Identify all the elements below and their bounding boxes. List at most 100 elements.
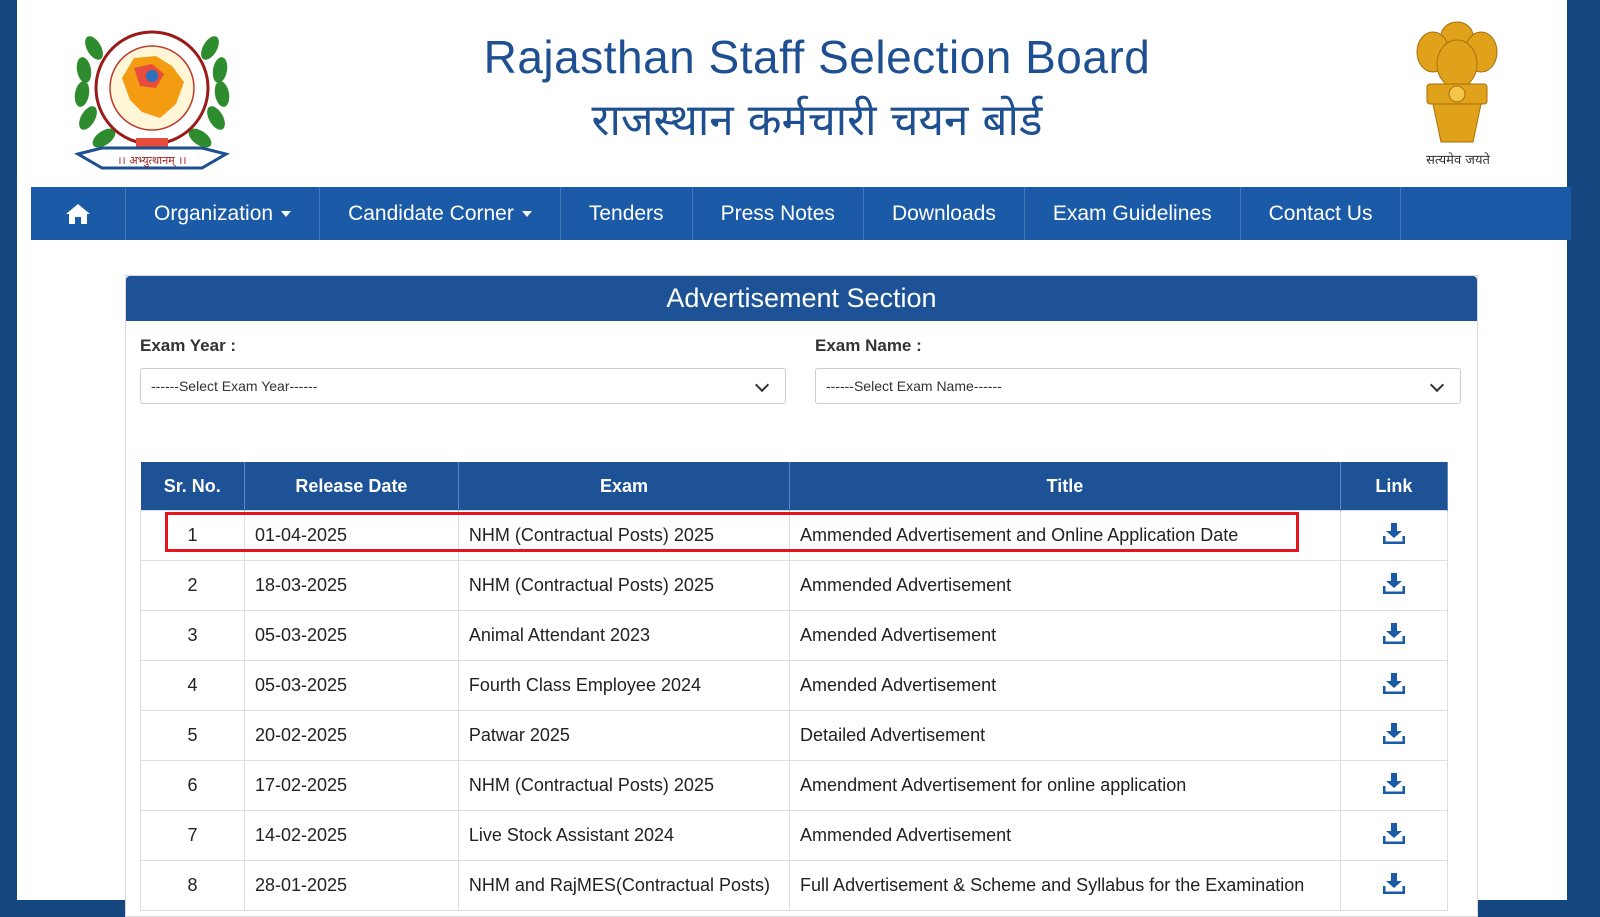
- exam-year-value: ------Select Exam Year------: [151, 378, 318, 394]
- table-row: 8 28-01-2025 NHM and RajMES(Contractual …: [140, 860, 1449, 911]
- table-row: 2 18-03-2025 NHM (Contractual Posts) 202…: [140, 560, 1449, 611]
- table-row: 6 17-02-2025 NHM (Contractual Posts) 202…: [140, 760, 1449, 811]
- column-header: Exam: [458, 462, 791, 511]
- nav-contact-us[interactable]: Contact Us: [1241, 187, 1402, 240]
- nav-label: Candidate Corner: [348, 201, 514, 225]
- table-row: 3 05-03-2025 Animal Attendant 2023 Amend…: [140, 610, 1449, 661]
- cell-link: [1339, 610, 1449, 661]
- main-navbar: Organization Candidate Corner Tenders Pr…: [31, 187, 1571, 240]
- download-icon[interactable]: [1382, 522, 1406, 545]
- cell-link: [1339, 660, 1449, 711]
- rssb-logo: ।। अभ्युत्थानम् ।।: [74, 30, 230, 170]
- chevron-down-icon: [1429, 377, 1445, 393]
- advertisement-table: Sr. No. Release Date Exam Title Link 1 0…: [140, 462, 1449, 911]
- cell-link: [1339, 860, 1449, 911]
- cell-link: [1339, 810, 1449, 861]
- cell-sr-no: 7: [140, 810, 245, 861]
- cell-sr-no: 6: [140, 760, 245, 811]
- cell-exam: Live Stock Assistant 2024: [457, 810, 791, 861]
- nav-downloads[interactable]: Downloads: [864, 187, 1025, 240]
- cell-link: [1339, 710, 1449, 761]
- page: ।। अभ्युत्थानम् ।। Rajasthan Staff Selec…: [17, 0, 1571, 917]
- nav-label: Tenders: [588, 201, 664, 225]
- column-header: Title: [789, 462, 1341, 511]
- nav-label: Press Notes: [720, 201, 835, 225]
- download-icon[interactable]: [1382, 622, 1406, 645]
- cell-exam: NHM (Contractual Posts) 2025: [457, 510, 791, 561]
- column-header: Sr. No.: [140, 462, 245, 511]
- cell-exam: Patwar 2025: [457, 710, 791, 761]
- caret-down-icon: [521, 210, 532, 217]
- cell-exam: NHM (Contractual Posts) 2025: [457, 760, 791, 811]
- cell-release-date: 05-03-2025: [243, 610, 459, 661]
- column-header: Link: [1340, 462, 1449, 511]
- chevron-down-icon: [754, 377, 770, 393]
- site-title-hindi: राजस्थान कर्मचारी चयन बोर्ड: [591, 95, 1043, 146]
- cell-title: Ammended Advertisement: [789, 560, 1341, 611]
- column-header: Release Date: [244, 462, 459, 511]
- cell-exam: NHM (Contractual Posts) 2025: [457, 560, 791, 611]
- nav-label: Downloads: [891, 201, 996, 225]
- cell-release-date: 14-02-2025: [243, 810, 459, 861]
- cell-sr-no: 5: [140, 710, 245, 761]
- advertisement-panel: Advertisement Section Exam Year : ------…: [125, 275, 1478, 917]
- table-row: 1 01-04-2025 NHM (Contractual Posts) 202…: [140, 510, 1449, 561]
- nav-organization[interactable]: Organization: [126, 187, 321, 240]
- state-emblem-icon: [1416, 21, 1498, 143]
- table-row: 7 14-02-2025 Live Stock Assistant 2024 A…: [140, 810, 1449, 861]
- cell-release-date: 01-04-2025: [243, 510, 459, 561]
- cell-sr-no: 2: [140, 560, 245, 611]
- table-row: 4 05-03-2025 Fourth Class Employee 2024 …: [140, 660, 1449, 711]
- nav-home[interactable]: [31, 187, 126, 240]
- cell-release-date: 05-03-2025: [243, 660, 459, 711]
- home-icon: [66, 203, 90, 224]
- table-header-row: Sr. No. Release Date Exam Title Link: [140, 462, 1449, 511]
- nav-label: Organization: [154, 201, 274, 225]
- table-row: 5 20-02-2025 Patwar 2025 Detailed Advert…: [140, 710, 1449, 761]
- cell-sr-no: 3: [140, 610, 245, 661]
- cell-title: Amended Advertisement: [789, 610, 1341, 661]
- cell-release-date: 20-02-2025: [243, 710, 459, 761]
- section-title: Advertisement Section: [126, 276, 1477, 321]
- cell-exam: NHM and RajMES(Contractual Posts): [457, 860, 791, 911]
- download-icon[interactable]: [1382, 572, 1406, 595]
- download-icon[interactable]: [1382, 872, 1406, 895]
- download-icon[interactable]: [1382, 772, 1406, 795]
- cell-title: Amended Advertisement: [789, 660, 1341, 711]
- cell-exam: Animal Attendant 2023: [457, 610, 791, 661]
- download-icon[interactable]: [1382, 672, 1406, 695]
- site-title-english: Rajasthan Staff Selection Board: [483, 31, 1151, 83]
- cell-title: Amendment Advertisement for online appli…: [789, 760, 1341, 811]
- exam-year-select[interactable]: ------Select Exam Year------: [140, 368, 786, 404]
- cell-link: [1339, 560, 1449, 611]
- cell-link: [1339, 760, 1449, 811]
- nav-label: Exam Guidelines: [1052, 201, 1212, 225]
- download-icon[interactable]: [1382, 722, 1406, 745]
- cell-release-date: 17-02-2025: [243, 760, 459, 811]
- cell-title: Ammended Advertisement: [789, 810, 1341, 861]
- exam-year-label: Exam Year :: [140, 336, 237, 355]
- cell-title: Ammended Advertisement and Online Applic…: [789, 510, 1341, 561]
- cell-release-date: 18-03-2025: [243, 560, 459, 611]
- cell-sr-no: 8: [140, 860, 245, 911]
- site-header: ।। अभ्युत्थानम् ।। Rajasthan Staff Selec…: [17, 0, 1567, 187]
- cell-exam: Fourth Class Employee 2024: [457, 660, 791, 711]
- exam-name-select[interactable]: ------Select Exam Name------: [815, 368, 1461, 404]
- nav-exam-guidelines[interactable]: Exam Guidelines: [1025, 187, 1241, 240]
- cell-link: [1339, 510, 1449, 561]
- nav-candidate-corner[interactable]: Candidate Corner: [320, 187, 561, 240]
- svg-text:।। अभ्युत्थानम् ।।: ।। अभ्युत्थानम् ।।: [117, 154, 186, 167]
- nav-tenders[interactable]: Tenders: [561, 187, 693, 240]
- emblem-motto: सत्यमेव जयते: [1426, 153, 1490, 168]
- exam-name-value: ------Select Exam Name------: [826, 378, 1002, 394]
- nav-label: Contact Us: [1268, 201, 1373, 225]
- cell-title: Detailed Advertisement: [789, 710, 1341, 761]
- exam-name-label: Exam Name :: [815, 336, 922, 355]
- cell-release-date: 28-01-2025: [243, 860, 459, 911]
- download-icon[interactable]: [1382, 822, 1406, 845]
- cell-sr-no: 1: [140, 510, 245, 561]
- cell-title: Full Advertisement & Scheme and Syllabus…: [789, 860, 1341, 911]
- nav-press-notes[interactable]: Press Notes: [693, 187, 864, 240]
- caret-down-icon: [281, 210, 292, 217]
- cell-sr-no: 4: [140, 660, 245, 711]
